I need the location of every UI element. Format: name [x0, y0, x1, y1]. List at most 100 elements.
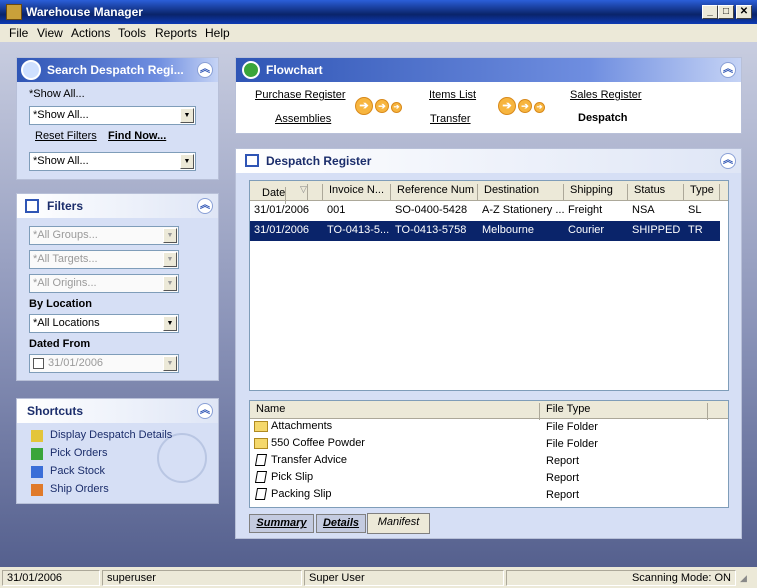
maximize-button[interactable]: □ [718, 5, 734, 19]
status-role: Super User [304, 570, 504, 586]
list-item[interactable]: Attachments File Folder [254, 420, 724, 437]
flowchart-body: Purchase Register Assemblies ➔ ➔ ➔ Items L… [236, 82, 741, 133]
minimize-button[interactable]: _ [702, 5, 718, 19]
groups-combo[interactable]: *All Groups... ▼ [29, 226, 179, 245]
transfer-link[interactable]: Transfer [430, 113, 471, 125]
dated-from-checkbox[interactable] [33, 358, 44, 369]
list-item[interactable]: 550 Coffee Powder File Folder [254, 437, 724, 454]
sales-register-link[interactable]: Sales Register [570, 89, 642, 101]
list-item[interactable]: Pick Slip Report [254, 471, 726, 488]
arrow-right-icon: ➔ [534, 102, 545, 113]
flowchart-icon [242, 61, 260, 79]
search-combo-2[interactable]: *Show All... ▼ [29, 152, 196, 171]
find-now-link[interactable]: Find Now... [108, 130, 166, 142]
flowchart-panel-title: Flowchart [266, 63, 323, 77]
menu-reports[interactable]: Reports [155, 26, 197, 40]
col-name[interactable]: Name [250, 403, 540, 420]
chevron-down-icon[interactable]: ▼ [180, 154, 194, 169]
collapse-shortcuts-icon[interactable]: ︽ [197, 403, 213, 419]
dated-from-value: 31/01/2006 [48, 357, 104, 369]
title-bar: Warehouse Manager _ □ ✕ [0, 0, 757, 24]
folder-icon [254, 420, 268, 432]
location-combo[interactable]: *All Locations ▼ [29, 314, 179, 333]
menu-help[interactable]: Help [205, 26, 230, 40]
flag-orange-icon [31, 484, 43, 496]
cell-status: NSA [632, 204, 655, 216]
chevron-down-icon[interactable]: ▼ [163, 356, 177, 371]
col-reference[interactable]: Reference Num [391, 184, 478, 201]
col-destination[interactable]: Destination [478, 184, 564, 201]
col-type[interactable]: Type [684, 184, 720, 201]
report-icon [254, 454, 268, 467]
flag-blue-icon [31, 466, 43, 478]
close-button[interactable]: ✕ [736, 5, 752, 19]
file-name: Packing Slip [271, 488, 332, 500]
list-item[interactable]: Transfer Advice Report [254, 454, 726, 471]
menu-file[interactable]: File [9, 26, 28, 40]
menu-actions[interactable]: Actions [71, 26, 110, 40]
file-name: 550 Coffee Powder [271, 437, 365, 449]
register-panel-title: Despatch Register [266, 154, 372, 168]
tab-details[interactable]: Details [316, 514, 366, 533]
resize-grip-icon[interactable]: ◢ [740, 573, 747, 584]
cell-invoice: 001 [327, 204, 346, 216]
status-bar: 31/01/2006 superuser Super User Scanning… [0, 567, 757, 588]
collapse-search-icon[interactable]: ︽ [197, 62, 213, 78]
table-row-selected[interactable]: 31/01/2006 TO-0413-5... TO-0413-5758 Mel… [250, 221, 720, 241]
col-date[interactable]: Date ▽ [250, 184, 323, 204]
collapse-register-icon[interactable]: ︽ [720, 153, 736, 169]
chevron-down-icon: ▼ [163, 276, 177, 291]
dated-from-label: Dated From [29, 338, 91, 350]
by-location-label: By Location [29, 298, 92, 310]
flowchart-panel: Flowchart ︽ Purchase Register Assemblies… [235, 57, 742, 134]
report-icon [254, 488, 268, 501]
cell-date: 31/01/2006 [254, 224, 310, 236]
cell-destination: A-Z Stationery ... [482, 204, 564, 216]
reset-filters-link[interactable]: Reset Filters [35, 130, 97, 142]
search-combo-1[interactable]: *Show All... ▼ [29, 106, 196, 125]
filters-panel-body: *All Groups... ▼ *All Targets... ▼ *All Or… [17, 218, 218, 380]
search-combo-2-value: *Show All... [33, 155, 89, 167]
collapse-filters-icon[interactable]: ︽ [197, 198, 213, 214]
tab-manifest[interactable]: Manifest [367, 513, 430, 534]
cell-date: 31/01/2006 [254, 204, 310, 216]
search-panel-body: *Show All... *Show All... ▼ Reset Filter… [17, 82, 218, 179]
origins-combo[interactable]: *All Origins... ▼ [29, 274, 179, 293]
col-status[interactable]: Status [628, 184, 684, 201]
collapse-flowchart-icon[interactable]: ︽ [720, 62, 736, 78]
search-panel-header: Search Despatch Regi... ︽ [17, 58, 218, 82]
chevron-down-icon[interactable]: ▼ [180, 108, 194, 123]
chevron-down-icon: ▼ [163, 228, 177, 243]
menu-tools[interactable]: Tools [118, 26, 146, 40]
search-icon [21, 60, 41, 80]
shortcuts-panel: Shortcuts ︽ Display Despatch Details Pic… [16, 398, 219, 504]
cell-shipping: Freight [568, 204, 603, 216]
cell-status: SHIPPED [632, 224, 681, 236]
cell-reference: SO-0400-5428 [395, 204, 468, 216]
col-file-type[interactable]: File Type [540, 403, 708, 420]
list-item[interactable]: Packing Slip Report [254, 488, 726, 505]
targets-combo[interactable]: *All Targets... ▼ [29, 250, 179, 269]
tab-summary[interactable]: Summary [249, 514, 314, 533]
table-row[interactable]: 31/01/2006 001 SO-0400-5428 A-Z Statione… [250, 201, 728, 221]
search-panel-title: Search Despatch Regi... [47, 63, 184, 77]
register-icon [245, 154, 259, 167]
status-scanning: Scanning Mode: ON [506, 570, 736, 586]
dated-from-picker[interactable]: 31/01/2006 ▼ [29, 354, 179, 373]
targets-value: *All Targets... [33, 253, 98, 265]
assemblies-link[interactable]: Assemblies [275, 113, 331, 125]
menu-view[interactable]: View [37, 26, 63, 40]
register-grid-header: Date ▽ Invoice N... Reference Num Destina… [250, 181, 728, 204]
filters-panel-title: Filters [47, 199, 84, 213]
window-title: Warehouse Manager [26, 5, 143, 19]
purchase-register-link[interactable]: Purchase Register [255, 89, 346, 101]
filters-panel: Filters ︽ *All Groups... ▼ *All Targets..… [16, 193, 219, 381]
chevron-down-icon[interactable]: ▼ [163, 316, 177, 331]
groups-value: *All Groups... [33, 229, 98, 241]
col-invoice[interactable]: Invoice N... [323, 184, 391, 201]
col-shipping[interactable]: Shipping [564, 184, 628, 201]
register-grid: Date ▽ Invoice N... Reference Num Destina… [249, 180, 729, 391]
filters-panel-header: Filters ︽ [17, 194, 218, 218]
items-list-link[interactable]: Items List [429, 89, 476, 101]
cell-reference: TO-0413-5758 [395, 224, 467, 236]
